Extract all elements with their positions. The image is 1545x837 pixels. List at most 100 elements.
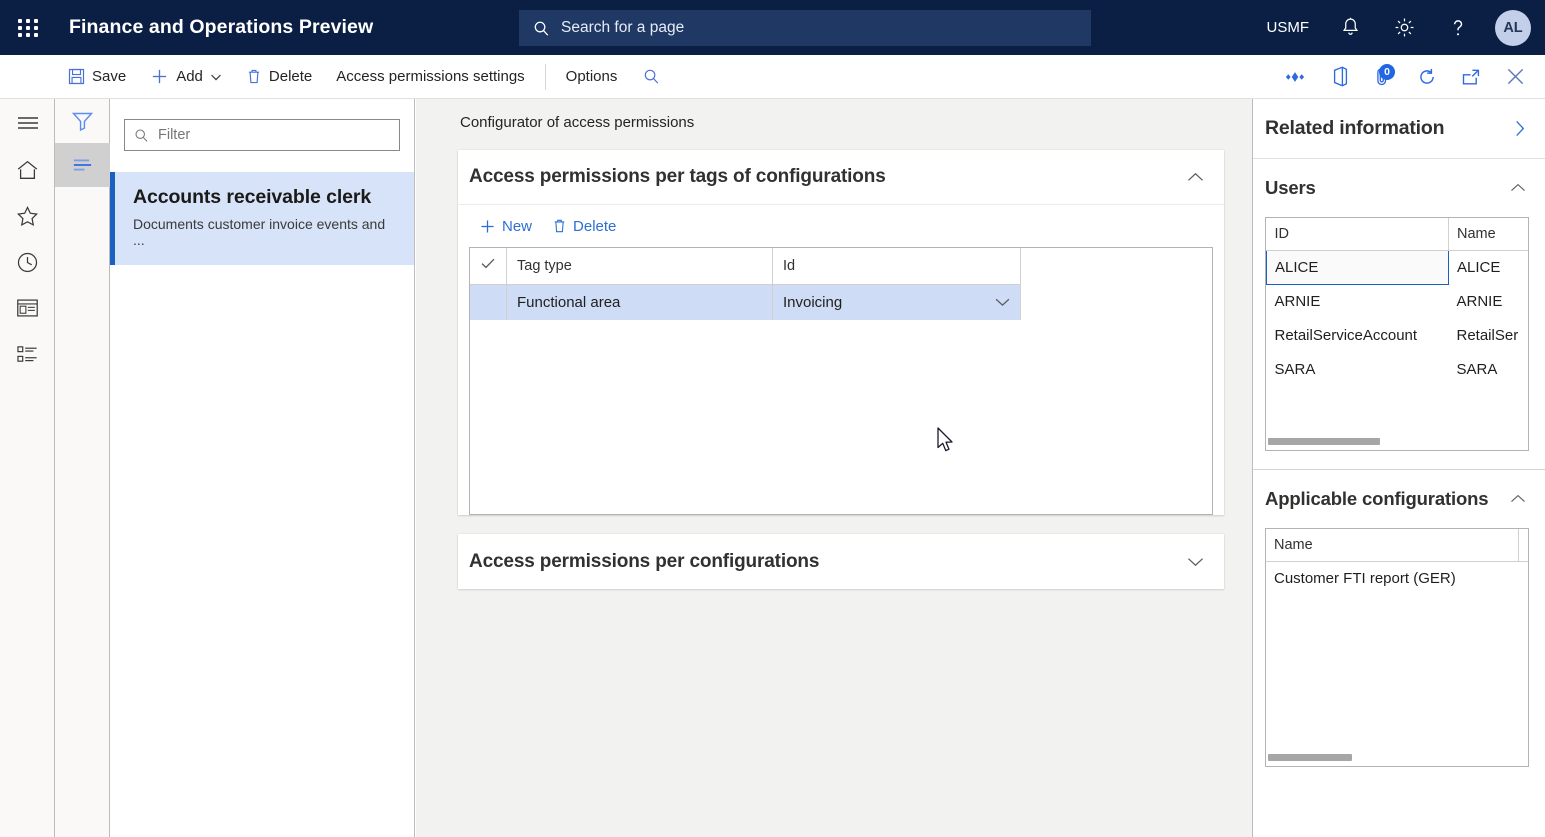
cell-user-id[interactable]: ARNIE [1267,284,1449,318]
configurations-grid: Name Customer FTI report (GER) [1266,529,1529,595]
refresh-icon[interactable] [1405,55,1449,99]
table-header-row: ID Name [1267,218,1530,250]
chevron-up-icon[interactable] [1509,182,1527,194]
new-row-button-label: New [502,218,532,235]
command-bar-search-icon[interactable] [629,55,673,99]
access-permissions-settings-button[interactable]: Access permissions settings [324,55,536,99]
settings-gear-icon[interactable] [1377,0,1431,55]
command-bar-left-group: Save Add Delete Access permissions setti… [56,55,673,99]
cell-user-id[interactable]: SARA [1267,352,1449,386]
cell-id[interactable]: Invoicing [773,284,1021,320]
access-permissions-settings-label: Access permissions settings [336,68,524,85]
cell-user-id[interactable]: ALICE [1267,250,1449,284]
page-title: Configurator of access permissions [416,99,1252,131]
chevron-down-icon[interactable] [994,297,1011,308]
column-header-user-name[interactable]: Name [1449,218,1530,250]
sidebar-item-recent[interactable] [0,239,55,285]
popout-icon[interactable] [1449,55,1493,99]
table-row[interactable]: SARA SARA [1267,352,1530,386]
checkmark-icon [480,257,496,270]
column-header-user-id[interactable]: ID [1267,218,1449,250]
trash-icon [246,68,262,85]
records-list-panel: Filter Accounts receivable clerk Documen… [110,99,415,837]
close-icon[interactable] [1493,55,1537,99]
command-bar-right-group: 0 [1273,55,1537,99]
section-header-configurations[interactable]: Access permissions per configurations [458,534,1224,589]
table-row[interactable]: RetailServiceAccount RetailSer [1267,318,1530,352]
sidebar-item-home[interactable] [0,147,55,193]
cell-config-name[interactable]: Customer FTI report (GER) [1266,561,1529,595]
diamonds-icon[interactable] [1273,55,1317,99]
add-button-label: Add [176,68,203,85]
sidebar-item-favorites[interactable] [0,193,55,239]
app-launcher-waffle-icon[interactable] [0,0,56,55]
options-button[interactable]: Options [554,55,630,99]
top-navigation-bar: Finance and Operations Preview Search fo… [0,0,1545,55]
column-header-config-extra[interactable] [1518,529,1529,561]
column-header-tag-type[interactable]: Tag type [507,248,773,284]
cell-user-name[interactable]: SARA [1449,352,1530,386]
chevron-up-icon[interactable] [1186,171,1205,184]
cell-user-name[interactable]: ALICE [1449,250,1530,284]
save-button[interactable]: Save [56,55,138,99]
cell-user-name[interactable]: ARNIE [1449,284,1530,318]
column-header-config-name[interactable]: Name [1266,529,1518,561]
chevron-up-icon[interactable] [1509,493,1527,505]
sidebar-item-modules[interactable] [0,331,55,377]
section-header-applicable-configurations[interactable]: Applicable configurations [1253,470,1545,528]
section-title-users: Users [1265,177,1316,199]
section-header-users[interactable]: Users [1253,159,1545,217]
section-access-permissions-per-configurations: Access permissions per configurations [458,534,1224,589]
global-search-input[interactable]: Search for a page [519,10,1091,46]
tags-grid-container: Tag type Id Functional area Invoicing [469,247,1213,515]
column-header-id[interactable]: Id [773,248,1021,284]
delete-button[interactable]: Delete [234,55,324,99]
list-view-button[interactable] [55,143,110,187]
configurations-grid-container: Name Customer FTI report (GER) [1265,528,1529,767]
company-selector[interactable]: USMF [1253,0,1324,55]
save-button-label: Save [92,68,126,85]
table-row[interactable]: Customer FTI report (GER) [1266,561,1529,595]
table-header-row: Tag type Id [470,248,1021,284]
search-icon [533,20,550,37]
row-select-cell[interactable] [470,284,507,320]
filter-input[interactable]: Filter [124,119,400,151]
list-item-accounts-receivable-clerk[interactable]: Accounts receivable clerk Documents cust… [110,172,414,265]
delete-button-label: Delete [269,68,312,85]
related-information-title: Related information [1265,117,1444,140]
delete-row-button[interactable]: Delete [542,209,626,243]
select-all-header[interactable] [470,248,507,284]
favorites-star-icon [16,205,39,227]
chevron-right-icon[interactable] [1513,119,1527,138]
global-search-placeholder: Search for a page [561,19,684,37]
new-row-button[interactable]: New [469,209,542,243]
list-lines-icon [71,157,94,173]
configurations-grid-horizontal-scrollbar[interactable] [1268,754,1352,761]
cell-user-id[interactable]: RetailServiceAccount [1267,318,1449,352]
attachments-icon[interactable]: 0 [1361,55,1405,99]
section-header-tags[interactable]: Access permissions per tags of configura… [458,150,1224,205]
help-question-icon[interactable] [1431,0,1485,55]
add-button[interactable]: Add [138,55,234,99]
table-row[interactable]: ARNIE ARNIE [1267,284,1530,318]
related-information-panel: Related information Users ID Name [1252,99,1545,837]
related-information-header: Related information [1253,99,1545,159]
office-app-icon[interactable] [1317,55,1361,99]
sidebar-item-workspaces[interactable] [0,285,55,331]
left-navigation-rail [0,99,55,837]
cell-tag-type[interactable]: Functional area [507,284,773,320]
section-applicable-configurations: Applicable configurations Name Customer … [1253,470,1545,785]
hamburger-menu-icon[interactable] [0,99,55,147]
filter-pane-button[interactable] [55,99,110,143]
options-button-label: Options [566,68,618,85]
search-icon [134,128,149,143]
modules-list-icon [16,344,39,365]
table-row[interactable]: Functional area Invoicing [470,284,1021,320]
chevron-down-icon[interactable] [1186,555,1205,568]
attachments-count-badge: 0 [1379,64,1395,80]
users-grid-horizontal-scrollbar[interactable] [1268,438,1380,445]
notifications-bell-icon[interactable] [1323,0,1377,55]
table-row[interactable]: ALICE ALICE [1267,250,1530,284]
user-avatar[interactable]: AL [1495,10,1531,46]
cell-user-name[interactable]: RetailSer [1449,318,1530,352]
